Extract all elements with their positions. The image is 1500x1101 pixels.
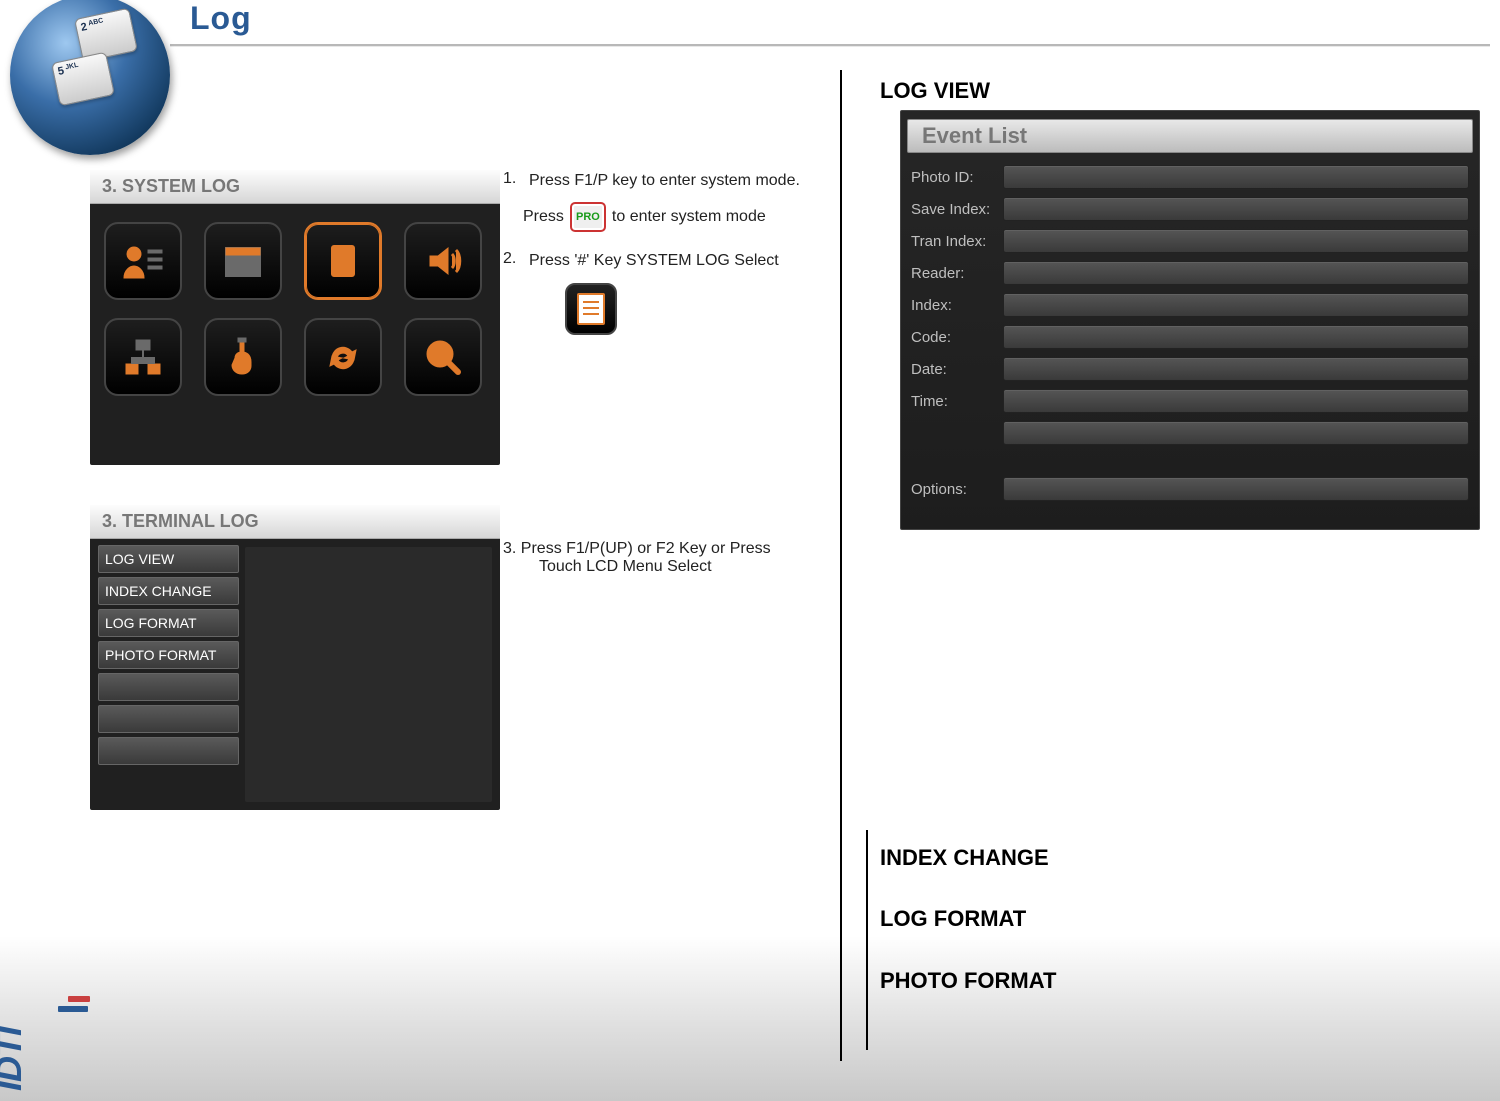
field-extra[interactable] [1003, 421, 1469, 445]
logo-stripes [58, 996, 90, 1016]
event-list-title: Event List [907, 119, 1473, 153]
menu-item-empty: . [98, 705, 239, 733]
keypad-key-5-digit: 5 [57, 65, 65, 78]
touch-icon[interactable] [204, 318, 282, 396]
logo-ball: 2 ABC 5 JKL [10, 0, 170, 155]
system-log-panel: 3. SYSTEM LOG [90, 170, 500, 465]
terminal-log-preview [245, 547, 492, 802]
step3-block: 3. Press F1/P(UP) or F2 Key or Press Tou… [503, 540, 833, 576]
keypad-key-2-letters: ABC [88, 17, 104, 27]
event-row-reader: Reader: [901, 257, 1479, 289]
label-code: Code: [911, 329, 997, 346]
step2-number: 2. [503, 250, 529, 272]
event-row-code: Code: [901, 321, 1479, 353]
keypad-key-2-digit: 2 [80, 21, 88, 34]
label-options: Options: [911, 481, 997, 498]
event-row-date: Date: [901, 353, 1479, 385]
page-header: Log [0, 0, 1500, 50]
label-reader: Reader: [911, 265, 997, 282]
menu-item-log-view[interactable]: LOG VIEW [98, 545, 239, 573]
sync-icon[interactable] [304, 318, 382, 396]
event-row-options: Options: [901, 473, 1479, 505]
search-icon[interactable] [404, 318, 482, 396]
menu-item-empty: . [98, 673, 239, 701]
event-list-panel: Event List Photo ID: Save Index: Tran In… [900, 110, 1480, 530]
keypad-key-5-letters: JKL [65, 62, 79, 72]
heading-index-change: INDEX CHANGE [880, 845, 1049, 871]
step3-line1: 3. Press F1/P(UP) or F2 Key or Press [503, 540, 833, 558]
mini-system-log-icon [565, 283, 617, 335]
field-code[interactable] [1003, 325, 1469, 349]
document-icon [577, 293, 605, 325]
event-row-tran-index: Tran Index: [901, 225, 1479, 257]
logo-stripe-red [68, 996, 90, 1002]
step2-text: Press '#' Key SYSTEM LOG Select [529, 250, 843, 272]
event-row-photo-id: Photo ID: [901, 161, 1479, 193]
network-icon[interactable] [104, 318, 182, 396]
calendar-icon[interactable] [204, 222, 282, 300]
pro-key-icon: PRO [570, 202, 606, 232]
title-underline [170, 44, 1490, 46]
field-tran-index[interactable] [1003, 229, 1469, 253]
field-reader[interactable] [1003, 261, 1469, 285]
field-save-index[interactable] [1003, 197, 1469, 221]
label-save-index: Save Index: [911, 201, 997, 218]
terminal-log-panel: 3. TERMINAL LOG LOG VIEW INDEX CHANGE LO… [90, 505, 500, 810]
step3-line2: Touch LCD Menu Select [539, 558, 833, 576]
heading-photo-format: PHOTO FORMAT [880, 968, 1056, 994]
menu-item-log-format[interactable]: LOG FORMAT [98, 609, 239, 637]
system-log-header: 3. SYSTEM LOG [90, 170, 500, 204]
field-options[interactable] [1003, 477, 1469, 501]
menu-item-index-change[interactable]: INDEX CHANGE [98, 577, 239, 605]
label-index: Index: [911, 297, 997, 314]
field-time[interactable] [1003, 389, 1469, 413]
event-row-time: Time: [901, 385, 1479, 417]
event-row-index: Index: [901, 289, 1479, 321]
heading-log-format: LOG FORMAT [880, 906, 1026, 932]
label-tran-index: Tran Index: [911, 233, 997, 250]
event-row-extra [901, 417, 1479, 449]
menu-item-photo-format[interactable]: PHOTO FORMAT [98, 641, 239, 669]
step1-text: Press F1/P key to enter system mode. [529, 170, 843, 192]
step1b-pre: Press [523, 208, 564, 226]
page-title: Log [190, 0, 252, 37]
field-photo-id[interactable] [1003, 165, 1469, 189]
user-list-icon[interactable] [104, 222, 182, 300]
sound-icon[interactable] [404, 222, 482, 300]
system-log-icon-grid [90, 204, 500, 408]
heading-log-view: LOG VIEW [880, 78, 990, 104]
logo-text: IDTI [0, 1027, 30, 1091]
label-photo-id: Photo ID: [911, 169, 997, 186]
step1-number: 1. [503, 170, 529, 192]
event-row-save-index: Save Index: [901, 193, 1479, 225]
system-log-file-icon[interactable] [304, 222, 382, 300]
menu-item-empty: . [98, 737, 239, 765]
terminal-log-header: 3. TERMINAL LOG [90, 505, 500, 539]
field-index[interactable] [1003, 293, 1469, 317]
label-date: Date: [911, 361, 997, 378]
logo-stripe-blue [58, 1006, 88, 1012]
terminal-log-menu: LOG VIEW INDEX CHANGE LOG FORMAT PHOTO F… [90, 539, 245, 810]
instructions-block: 1. Press F1/P key to enter system mode. … [503, 170, 843, 335]
vertical-divider-right-sub [866, 830, 868, 1050]
field-date[interactable] [1003, 357, 1469, 381]
step1b-post: to enter system mode [612, 208, 766, 226]
label-time: Time: [911, 393, 997, 410]
keypad-key-5: 5 JKL [51, 52, 115, 107]
